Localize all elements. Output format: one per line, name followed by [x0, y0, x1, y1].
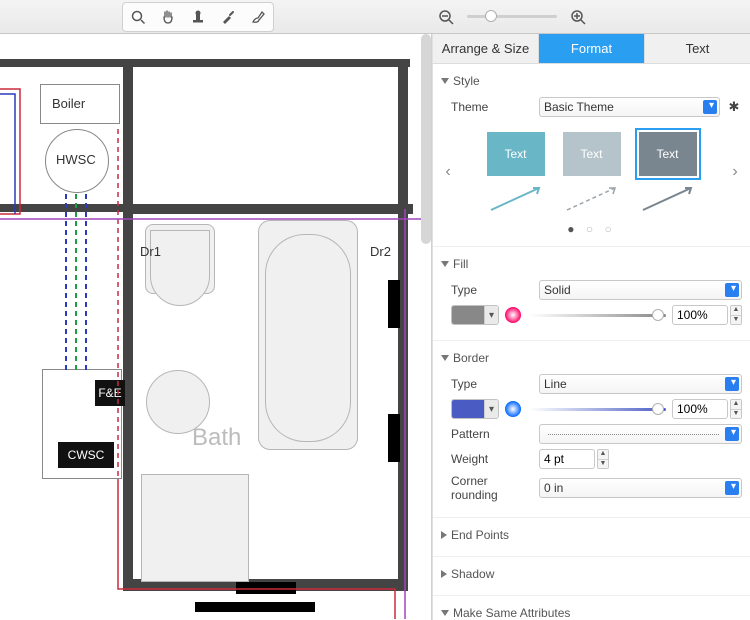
theme-value: Basic Theme — [544, 100, 614, 114]
tab-arrange[interactable]: Arrange & Size — [433, 34, 539, 63]
top-toolbar — [0, 0, 750, 34]
pan-icon[interactable] — [155, 5, 181, 29]
section-shadow-header[interactable]: Shadow — [441, 563, 742, 585]
zoom-in-icon[interactable] — [565, 5, 591, 29]
chevron-left-icon[interactable]: ‹ — [441, 163, 455, 181]
color-wheel-icon[interactable] — [503, 399, 523, 419]
dr1-label: Dr1 — [140, 244, 161, 259]
section-fill-title: Fill — [453, 257, 468, 271]
zoom-slider-thumb[interactable] — [485, 10, 497, 22]
style-pager[interactable]: ● ○ ○ — [441, 222, 742, 236]
slider-thumb[interactable] — [652, 403, 664, 415]
chevron-right-icon — [441, 570, 447, 578]
border-type-select[interactable]: Line — [539, 374, 742, 394]
search-icon[interactable] — [125, 5, 151, 29]
weight-label: Weight — [441, 452, 533, 466]
section-style: Style Theme Basic Theme ✱ ‹ Text Text — [433, 64, 750, 247]
tab-format[interactable]: Format — [539, 34, 645, 63]
fill-opacity-stepper[interactable]: ▲▼ — [672, 305, 742, 325]
arrow-style-1[interactable] — [487, 184, 545, 214]
pattern-select[interactable] — [539, 424, 742, 444]
theme-label: Theme — [441, 100, 533, 114]
zoom-slider[interactable] — [467, 15, 557, 18]
section-style-header[interactable]: Style — [441, 70, 742, 92]
rounding-select[interactable]: 0 in — [539, 478, 742, 498]
canvas-area[interactable]: Boiler HWSC F&E CWSC Dr1 Dr2 Bath — [0, 34, 432, 620]
gear-icon[interactable]: ✱ — [726, 99, 742, 115]
fill-opacity-slider[interactable] — [529, 314, 666, 317]
fill-color-well[interactable]: ▾ — [451, 305, 499, 325]
section-style-title: Style — [453, 74, 480, 88]
section-endpoints: End Points — [433, 518, 750, 557]
stepper-up-icon[interactable]: ▲ — [598, 450, 608, 460]
chevron-down-icon — [441, 78, 449, 84]
zoom-out-icon[interactable] — [433, 5, 459, 29]
floor-plan[interactable]: Boiler HWSC F&E CWSC Dr1 Dr2 Bath — [0, 34, 431, 620]
tab-text[interactable]: Text — [645, 34, 750, 63]
border-color-well[interactable]: ▾ — [451, 399, 499, 419]
inspector-panel: Arrange & Size Format Text Style Theme B… — [432, 34, 750, 620]
chevron-right-icon — [441, 531, 447, 539]
style-swatch-2[interactable]: Text — [563, 132, 621, 176]
fe-label: F&E — [95, 380, 125, 406]
stepper-down-icon[interactable]: ▼ — [598, 460, 608, 469]
stamp-icon[interactable] — [185, 5, 211, 29]
chevron-down-icon — [441, 261, 449, 267]
cwsc-label: CWSC — [58, 442, 114, 468]
section-shadow-title: Shadow — [451, 567, 494, 581]
pattern-label: Pattern — [441, 427, 533, 441]
section-border: Border Type Line ▾ — [433, 341, 750, 518]
stepper-down-icon[interactable]: ▼ — [731, 410, 741, 419]
brush-icon[interactable] — [245, 5, 271, 29]
dr2-label: Dr2 — [370, 244, 391, 259]
inspector-tabs: Arrange & Size Format Text — [433, 34, 750, 64]
section-same-attrs: Make Same Attributes ▢Fill ▭Border TText… — [433, 596, 750, 620]
chevron-down-icon — [441, 355, 449, 361]
border-opacity-slider[interactable] — [529, 408, 666, 411]
fill-type-label: Type — [441, 283, 533, 297]
chevron-down-icon — [441, 610, 449, 616]
section-endpoints-header[interactable]: End Points — [441, 524, 742, 546]
rounding-label: Corner rounding — [441, 474, 533, 502]
style-swatch-1[interactable]: Text — [487, 132, 545, 176]
stepper-down-icon[interactable]: ▼ — [731, 316, 741, 325]
weight-stepper[interactable]: ▲▼ — [539, 449, 609, 469]
fill-opacity-input[interactable] — [672, 305, 728, 325]
chevron-right-icon[interactable]: › — [728, 163, 742, 181]
stepper-up-icon[interactable]: ▲ — [731, 306, 741, 316]
color-wheel-icon[interactable] — [503, 305, 523, 325]
stepper-up-icon[interactable]: ▲ — [731, 400, 741, 410]
weight-input[interactable] — [539, 449, 595, 469]
section-same-title: Make Same Attributes — [453, 606, 570, 620]
theme-select[interactable]: Basic Theme — [539, 97, 720, 117]
room-label: Bath — [192, 424, 241, 452]
hwsc-label: HWSC — [56, 152, 96, 167]
slider-thumb[interactable] — [652, 309, 664, 321]
section-endpoints-title: End Points — [451, 528, 509, 542]
section-border-header[interactable]: Border — [441, 347, 742, 369]
arrow-style-2[interactable] — [563, 184, 621, 214]
border-type-label: Type — [441, 377, 533, 391]
toolbar-tools — [122, 2, 274, 32]
fill-type-select[interactable]: Solid — [539, 280, 742, 300]
style-swatches: Text Text Text — [455, 132, 728, 176]
section-shadow: Shadow — [433, 557, 750, 596]
section-border-title: Border — [453, 351, 489, 365]
section-fill: Fill Type Solid ▾ — [433, 247, 750, 341]
border-opacity-stepper[interactable]: ▲▼ — [672, 399, 742, 419]
style-swatch-3[interactable]: Text — [639, 132, 697, 176]
zoom-controls — [433, 5, 591, 29]
arrow-style-3[interactable] — [639, 184, 697, 214]
boiler-label: Boiler — [52, 96, 85, 111]
border-opacity-input[interactable] — [672, 399, 728, 419]
canvas-scrollbar[interactable] — [421, 34, 431, 244]
section-fill-header[interactable]: Fill — [441, 253, 742, 275]
eyedropper-icon[interactable] — [215, 5, 241, 29]
section-same-header[interactable]: Make Same Attributes — [441, 602, 742, 620]
